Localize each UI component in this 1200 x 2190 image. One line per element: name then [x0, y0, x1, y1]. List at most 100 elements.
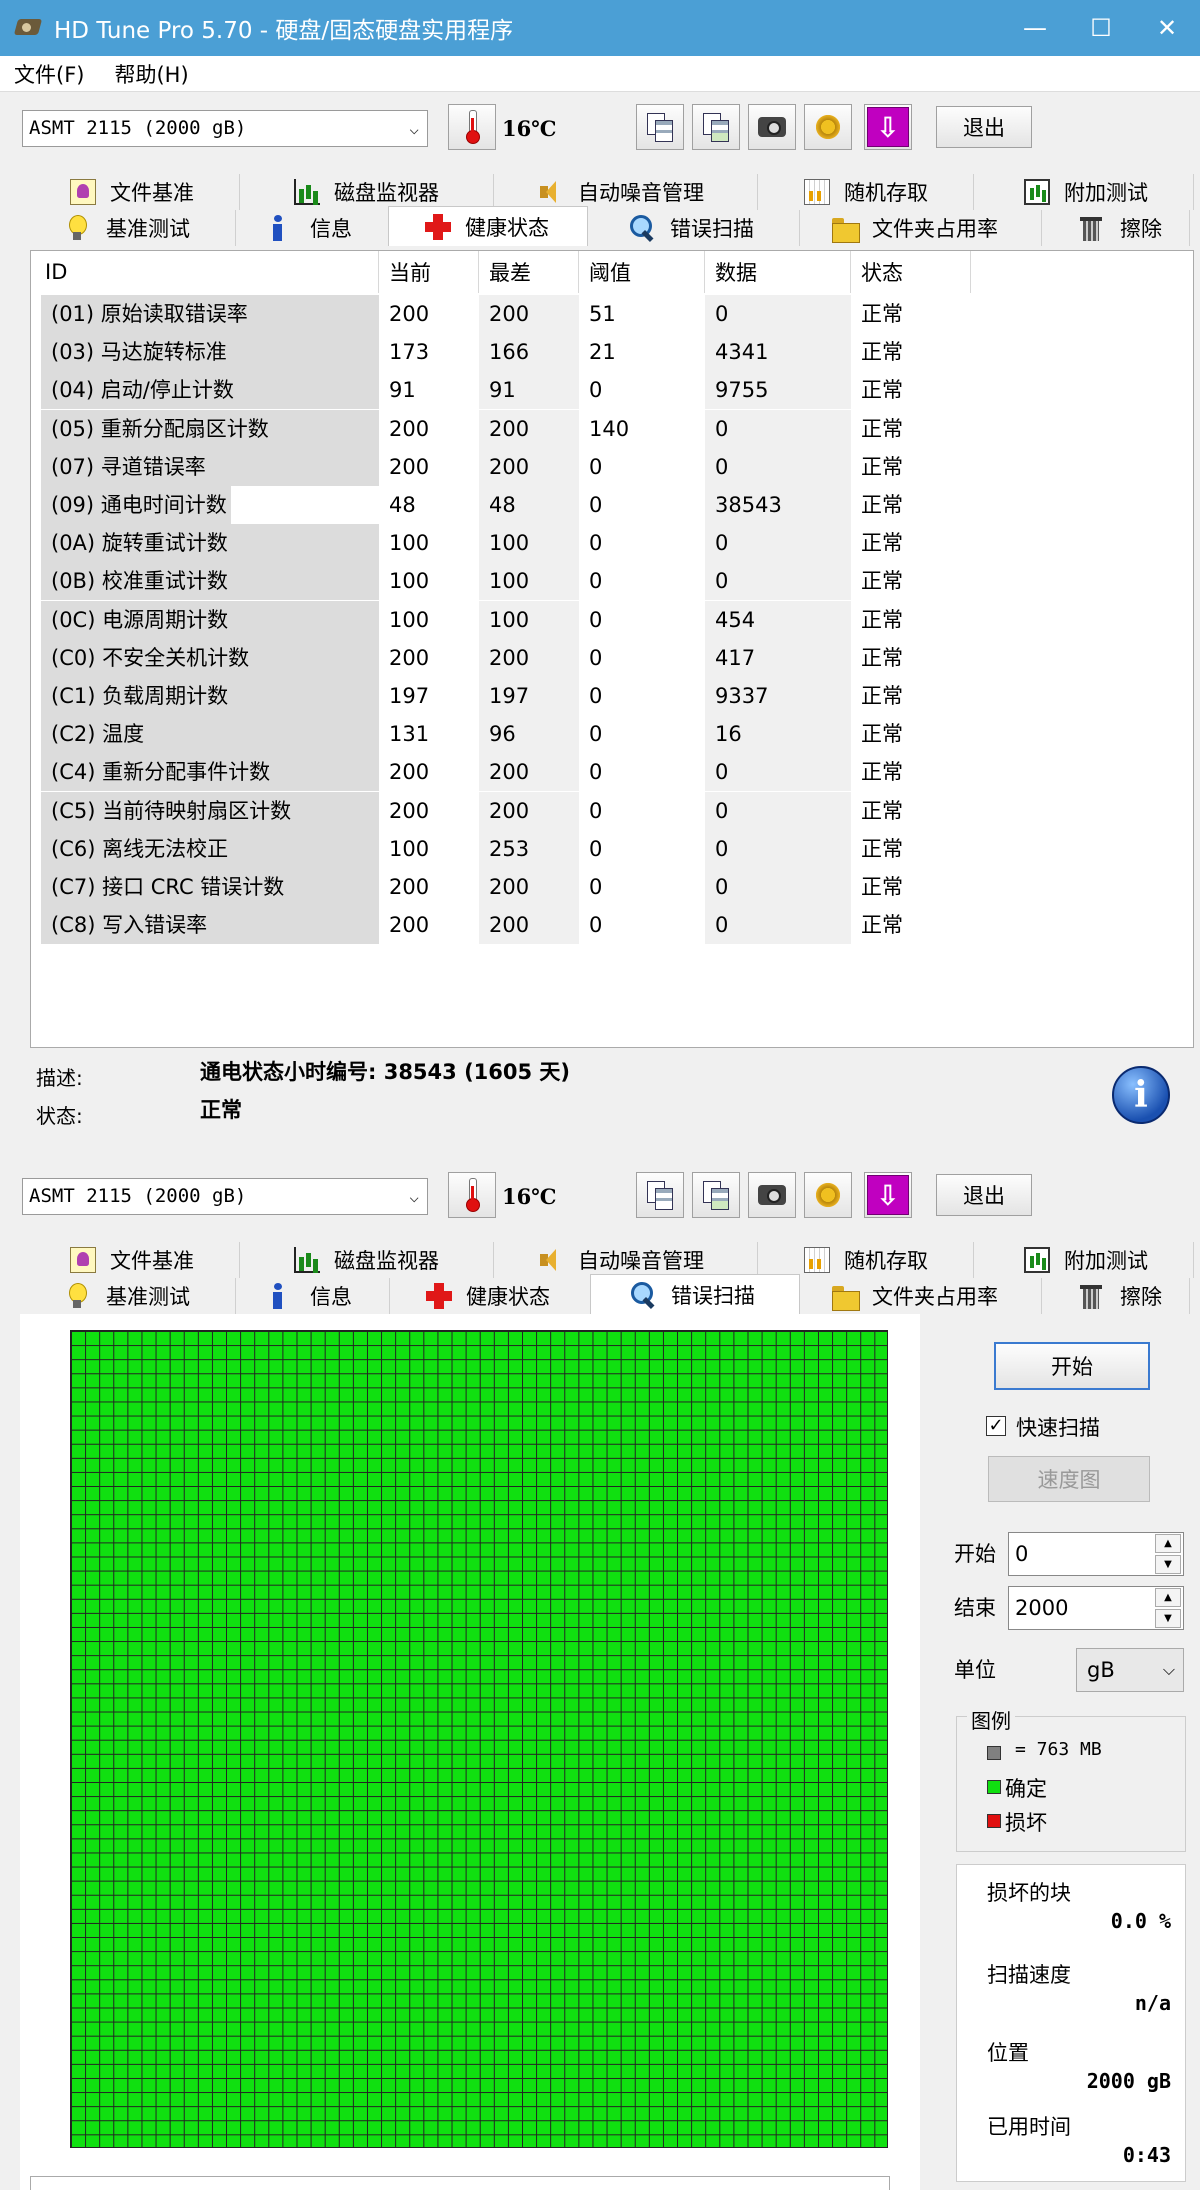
attr-current: 100 [389, 836, 430, 861]
tab-aam[interactable]: 自动噪音管理 [538, 174, 758, 210]
drive-select[interactable]: ASMT 2115 (2000 gB) ⌵ [22, 1178, 428, 1215]
screenshot-button[interactable] [748, 104, 796, 150]
tab-extra-tests[interactable]: 附加测试 [1024, 1242, 1194, 1278]
download-button[interactable]: ⇩ [864, 104, 912, 150]
tab-extra-tests[interactable]: 附加测试 [1024, 174, 1194, 210]
maximize-button[interactable]: ☐ [1068, 0, 1134, 56]
attr-worst: 200 [479, 868, 579, 906]
table-row[interactable]: (C6) 离线无法校正 100 253 0 0 正常 [41, 829, 1001, 868]
start-scan-button[interactable]: 开始 [994, 1342, 1150, 1390]
tab-disk-monitor[interactable]: 磁盘监视器 [294, 174, 494, 210]
header-status[interactable]: 状态 [851, 251, 971, 293]
options-button[interactable] [804, 104, 852, 150]
table-row[interactable]: (0B) 校准重试计数 100 100 0 0 正常 [41, 562, 1001, 601]
health-cross-icon [426, 1283, 452, 1309]
copy-text-button[interactable] [636, 104, 684, 150]
tab-info[interactable]: 信息 [270, 1278, 390, 1314]
spin-down-icon[interactable]: ▼ [1155, 1555, 1181, 1574]
header-current[interactable]: 当前 [379, 251, 479, 293]
lightbulb-icon [66, 215, 92, 241]
tab-file-benchmark[interactable]: 文件基准 [70, 174, 240, 210]
attr-id: (05) 重新分配扇区计数 [41, 409, 379, 448]
table-row[interactable]: (0A) 旋转重试计数 100 100 0 0 正常 [41, 524, 1001, 563]
temperature-button[interactable] [448, 104, 496, 150]
tab-random-access[interactable]: 随机存取 [804, 174, 974, 210]
unit-select[interactable]: gB ⌵ [1076, 1648, 1184, 1692]
header-data[interactable]: 数据 [705, 251, 851, 293]
table-row[interactable]: (C8) 写入错误率 200 200 0 0 正常 [41, 906, 1001, 945]
tab-random-access[interactable]: 随机存取 [804, 1242, 974, 1278]
attr-data: 9337 [705, 677, 851, 715]
minimize-button[interactable]: — [1002, 0, 1068, 56]
speaker-icon [538, 179, 564, 205]
tab-file-benchmark[interactable]: 文件基准 [70, 1242, 240, 1278]
tab-folder-usage[interactable]: 文件夹占用率 [832, 210, 1042, 246]
tab-health[interactable]: 健康状态 [426, 1278, 596, 1314]
temperature-value: 16℃ [502, 1184, 557, 1209]
title-bar: HD Tune Pro 5.70 - 硬盘/固态硬盘实用程序 — ☐ ✕ [0, 0, 1200, 56]
tab-erase[interactable]: 擦除 [1080, 210, 1190, 246]
attr-worst: 200 [479, 638, 579, 677]
scan-stats-panel: 损坏的块 0.0 % 扫描速度 n/a 位置 2000 gB 已用时间 0:43 [956, 1864, 1186, 2182]
quick-scan-checkbox[interactable]: ✓ [986, 1416, 1006, 1436]
tab-folder-usage[interactable]: 文件夹占用率 [832, 1278, 1042, 1314]
tab-info[interactable]: 信息 [270, 210, 390, 246]
attr-data: 0 [705, 791, 851, 830]
exit-button[interactable]: 退出 [936, 1174, 1032, 1216]
tab-error-scan[interactable]: 错误扫描 [630, 210, 800, 246]
start-input[interactable]: 0 ▲ ▼ [1008, 1532, 1184, 1576]
attr-status: 正常 [861, 378, 903, 403]
spin-down-icon[interactable]: ▼ [1155, 1609, 1181, 1628]
drive-select[interactable]: ASMT 2115 (2000 gB) ⌵ [22, 110, 428, 147]
table-row[interactable]: (03) 马达旋转标准 173 166 21 4341 正常 [41, 333, 1001, 372]
header-id[interactable]: ID [31, 251, 379, 293]
tab-error-scan[interactable]: 错误扫描 [590, 1274, 800, 1314]
close-button[interactable]: ✕ [1134, 0, 1200, 56]
download-button[interactable]: ⇩ [864, 1172, 912, 1218]
table-row[interactable]: (05) 重新分配扇区计数 200 200 140 0 正常 [41, 409, 1001, 448]
table-row[interactable]: (01) 原始读取错误率 200 200 51 0 正常 [41, 295, 1001, 333]
attr-id: (0B) 校准重试计数 [41, 562, 379, 601]
table-row[interactable]: (C5) 当前待映射扇区计数 200 200 0 0 正常 [41, 791, 1001, 830]
table-row[interactable]: (C7) 接口 CRC 错误计数 200 200 0 0 正常 [41, 868, 1001, 906]
temperature-button[interactable] [448, 1172, 496, 1218]
tab-health[interactable]: 健康状态 [388, 206, 588, 246]
attr-threshold: 0 [589, 645, 603, 670]
end-input[interactable]: 2000 ▲ ▼ [1008, 1586, 1184, 1630]
lightbulb-icon [66, 1283, 92, 1309]
attr-current: 100 [389, 569, 430, 594]
attr-worst: 253 [479, 829, 579, 868]
info-icon [270, 1283, 296, 1309]
table-row[interactable]: (0C) 电源周期计数 100 100 0 454 正常 [41, 600, 1001, 639]
menu-file[interactable]: 文件(F) [14, 59, 84, 89]
tab-benchmark[interactable]: 基准测试 [66, 1278, 236, 1314]
header-threshold[interactable]: 阈值 [579, 251, 705, 293]
tab-aam[interactable]: 自动噪音管理 [538, 1242, 758, 1278]
copy-image-button[interactable] [692, 1172, 740, 1218]
table-row[interactable]: (C2) 温度 131 96 0 16 正常 [41, 715, 1001, 754]
table-row[interactable]: (C0) 不安全关机计数 200 200 0 417 正常 [41, 638, 1001, 677]
options-button[interactable] [804, 1172, 852, 1218]
exit-button[interactable]: 退出 [936, 106, 1032, 148]
table-row[interactable]: (07) 寻道错误率 200 200 0 0 正常 [41, 447, 1001, 486]
attr-id: (09) 通电时间计数 [41, 486, 231, 524]
tab-disk-monitor[interactable]: 磁盘监视器 [294, 1242, 494, 1278]
copy-image-button[interactable] [692, 104, 740, 150]
menu-help[interactable]: 帮助(H) [114, 59, 188, 89]
spin-up-icon[interactable]: ▲ [1155, 1588, 1181, 1607]
tab-benchmark[interactable]: 基准测试 [66, 210, 236, 246]
copy-text-button[interactable] [636, 1172, 684, 1218]
attr-worst: 100 [479, 524, 579, 563]
info-circle-icon[interactable]: i [1112, 1066, 1170, 1124]
table-row[interactable]: (C4) 重新分配事件计数 200 200 0 0 正常 [41, 753, 1001, 792]
copy-text-icon [647, 113, 673, 142]
attr-id: (C1) 负载周期计数 [41, 677, 379, 715]
table-row[interactable]: (04) 启动/停止计数 91 91 0 9755 正常 [41, 371, 1001, 410]
speed-map-button[interactable]: 速度图 [988, 1456, 1150, 1502]
table-row[interactable]: (C1) 负载周期计数 197 197 0 9337 正常 [41, 677, 1001, 715]
tab-erase[interactable]: 擦除 [1080, 1278, 1190, 1314]
table-row[interactable]: (09) 通电时间计数 48 48 0 38543 正常 [41, 486, 1001, 524]
spin-up-icon[interactable]: ▲ [1155, 1534, 1181, 1553]
screenshot-button[interactable] [748, 1172, 796, 1218]
header-worst[interactable]: 最差 [479, 251, 579, 293]
